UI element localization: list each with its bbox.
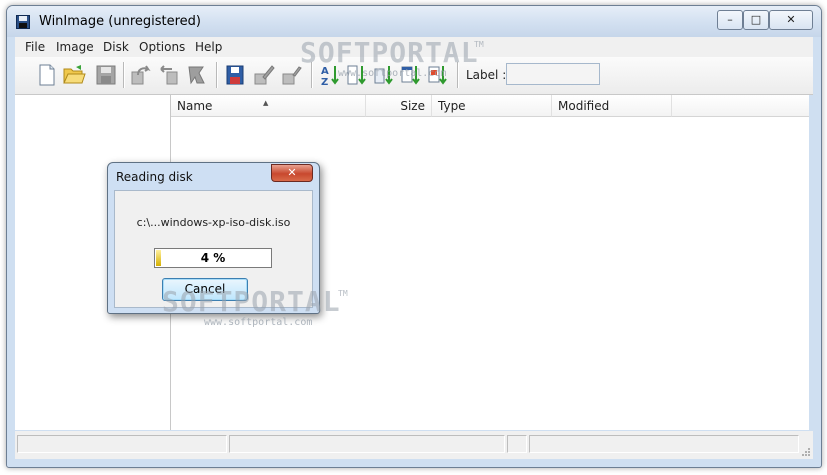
inject-button[interactable] [129,63,153,87]
maximize-button[interactable]: □ [743,10,769,30]
watermark-tm: TM [338,289,348,298]
column-header-size[interactable]: Size [366,95,432,117]
minimize-icon: – [727,13,733,26]
new-image-button[interactable] [35,63,59,87]
delete-icon [188,66,205,85]
column-header-modified[interactable]: Modified [552,95,672,117]
svg-text:Z: Z [321,77,328,87]
disk-save-button[interactable] [223,63,247,87]
minimize-button[interactable]: – [717,10,743,30]
watermark-brand-top: SOFTPORTAL [300,36,479,69]
menu-disk[interactable]: Disk [103,40,129,54]
status-pane [17,435,227,453]
save-button[interactable] [94,63,118,87]
delete-button[interactable] [185,63,209,87]
read-progress-bar: 4 % [154,248,272,268]
source-file-path: c:\...windows-xp-iso-disk.iso [136,216,291,229]
close-icon: ✕ [786,13,796,26]
open-folder-icon [63,65,86,84]
title-bar[interactable]: WinImage (unregistered) – □ ✕ [7,6,821,37]
column-type-label: Type [438,99,466,113]
new-file-icon [39,64,55,86]
dialog-close-button[interactable]: ✕ [271,164,313,182]
sort-ascending-icon: ▲ [263,99,269,107]
extract-button[interactable] [156,63,180,87]
floppy-disk-icon [16,15,30,29]
close-button[interactable]: ✕ [769,10,813,30]
column-header-type[interactable]: Type [432,95,552,117]
watermark-url: www.softportal.com [204,317,313,328]
open-button[interactable] [62,63,86,87]
status-pane [229,435,505,453]
column-header-name[interactable]: ▲ Name [171,95,366,117]
column-name-label: Name [177,99,213,113]
progress-percent: 4 % [200,251,226,265]
disk-label-input[interactable] [506,63,600,85]
watermark-brand: SOFTPORTAL [162,285,341,318]
dialog-title: Reading disk [116,170,193,184]
column-header-filler [672,95,809,117]
save-disk-icon [96,65,116,85]
inject-arrow-icon [131,65,151,85]
watermark-url-top: www.softportal.com [338,68,447,79]
column-size-label: Size [400,99,425,113]
maximize-icon: □ [750,13,762,26]
label-caption: Label : [466,68,507,82]
menu-options[interactable]: Options [139,40,185,54]
write-pen-icon [254,65,275,85]
extract-arrow-icon [160,65,178,85]
floppy-icon [226,65,244,85]
window-title: WinImage (unregistered) [39,14,201,29]
status-pane [507,435,527,453]
menu-file[interactable]: File [25,40,45,54]
toolbar-separator [123,62,125,88]
menu-help[interactable]: Help [195,40,222,54]
status-bar [15,431,813,459]
toolbar-separator [216,62,218,88]
close-icon: ✕ [287,166,297,179]
resize-grip-icon[interactable] [801,447,811,457]
column-modified-label: Modified [558,99,610,113]
write-disk-button[interactable] [252,63,276,87]
status-pane [529,435,799,453]
watermark-tm-top: TM [474,40,484,49]
menu-image[interactable]: Image [56,40,94,54]
